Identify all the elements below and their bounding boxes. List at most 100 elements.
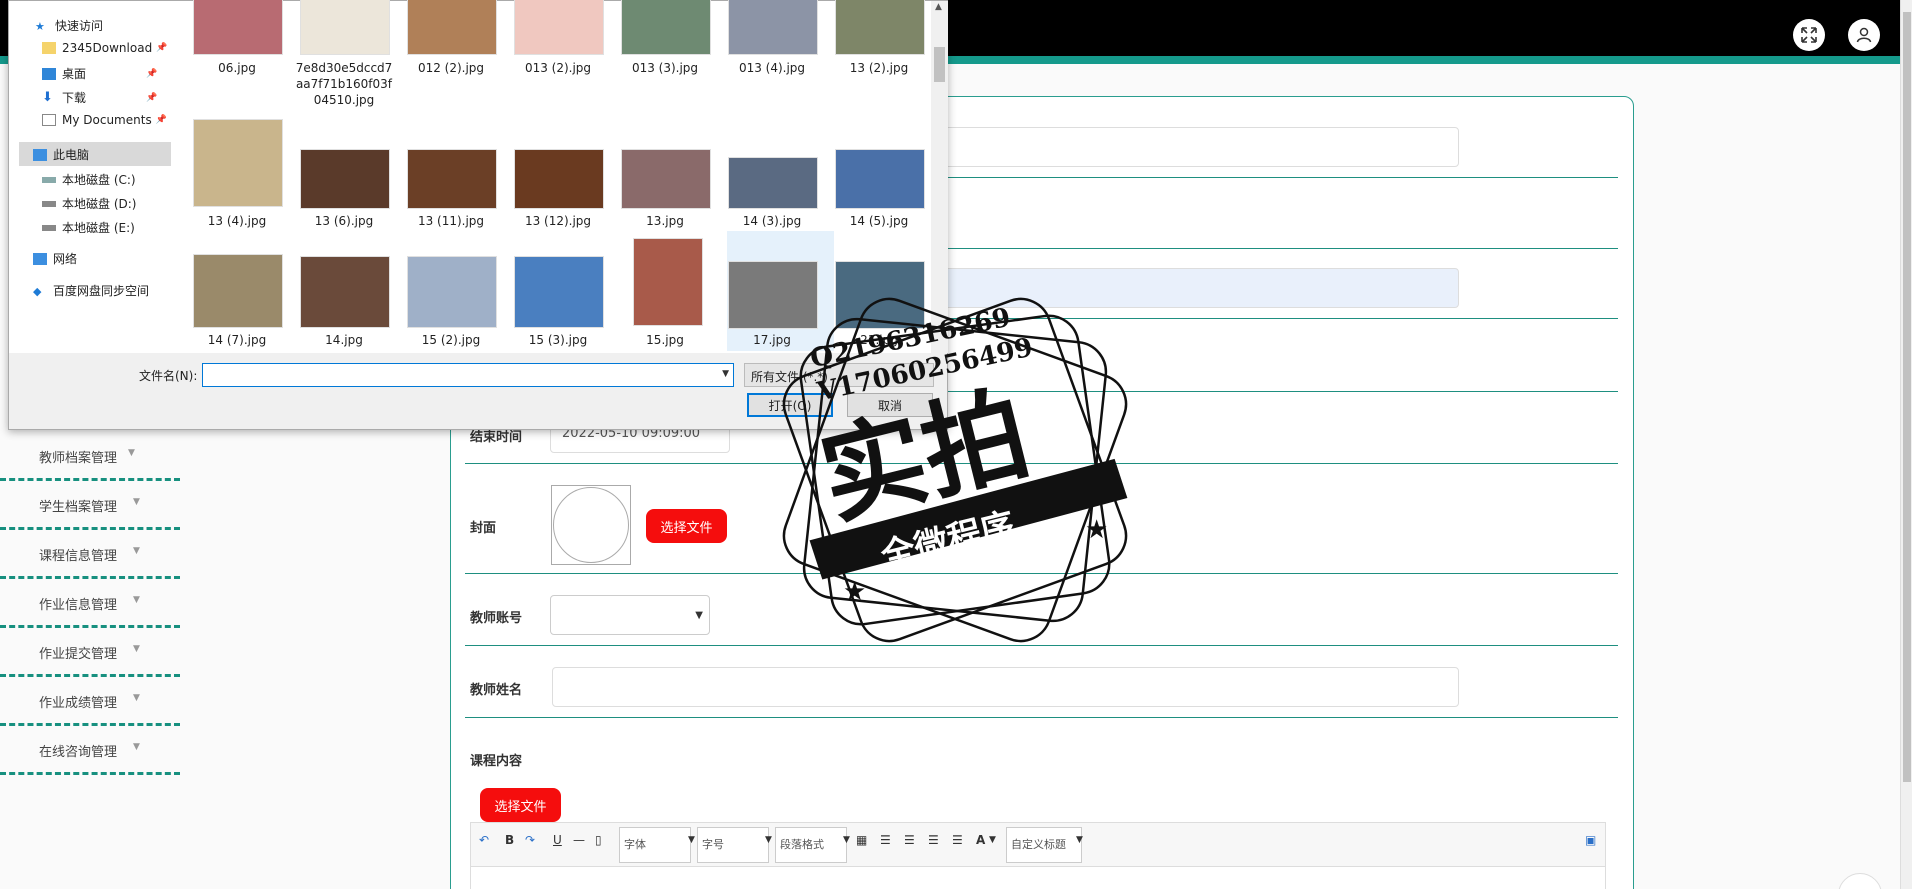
file-thumbnail <box>300 0 390 55</box>
file-name-label: 文件名(N): <box>139 369 198 383</box>
nav-network[interactable]: 网络 <box>33 250 77 267</box>
nav-disk-e[interactable]: 本地磁盘 (E:) <box>42 219 135 236</box>
pin-icon: 📌 <box>156 43 168 53</box>
teacher-account-select[interactable]: ▼ <box>550 595 710 635</box>
star-icon: ★ <box>843 577 866 607</box>
file-thumbnail <box>300 149 390 209</box>
caret-down-icon: ▼ <box>133 497 140 507</box>
pin-icon: 📌 <box>146 68 158 79</box>
nav-label: 下载 <box>62 91 87 105</box>
dialog-scrollbar-thumb[interactable] <box>934 47 945 82</box>
chevron-down-icon: ▼ <box>695 610 703 621</box>
nav-label: 本地磁盘 (C:) <box>62 173 136 187</box>
nav-quick-access[interactable]: ★ 快速访问 <box>35 17 103 34</box>
paragraph-format-select[interactable]: 段落格式 <box>775 827 847 863</box>
pin-icon: 📌 <box>146 92 158 103</box>
sidebar-item-label: 在线咨询管理 <box>39 745 118 760</box>
file-name: 013 (2).jpg <box>524 61 592 75</box>
expand-icon[interactable] <box>1793 19 1825 51</box>
file-name: 13 (2).jpg <box>849 61 909 75</box>
page-scrollbar-thumb[interactable] <box>1903 12 1911 782</box>
download-arrow-icon: ⬇ <box>42 89 53 105</box>
cover-label: 封面 <box>470 521 497 536</box>
file-thumbnail <box>193 0 283 55</box>
scroll-top-button[interactable] <box>1838 873 1882 889</box>
file-thumbnail <box>193 119 283 207</box>
chevron-down-icon: ▼ <box>989 835 996 845</box>
caret-down-icon: ▼ <box>133 742 140 752</box>
file-thumbnail <box>621 149 711 209</box>
sidebar-item-label: 作业成绩管理 <box>39 696 118 711</box>
caret-down-icon: ▼ <box>133 595 140 605</box>
table-icon[interactable]: ▦ <box>856 833 867 847</box>
sidebar-item-homework-submit[interactable]: 作业提交管理 ▼ <box>0 628 180 677</box>
dialog-nav-pane: ★ 快速访问 2345Download 📌 桌面 📌 ⬇ 下载 📌 My Doc… <box>9 1 185 353</box>
chevron-down-icon[interactable]: ▼ <box>722 369 729 379</box>
network-icon <box>33 252 47 265</box>
file-thumbnail <box>835 149 925 209</box>
align-justify-icon[interactable]: ☰ <box>952 833 963 847</box>
drive-icon <box>42 176 56 183</box>
file-name: 14 (5).jpg <box>849 214 909 228</box>
nav-label: 此电脑 <box>53 148 90 162</box>
file-thumbnail <box>514 149 604 209</box>
nav-2345download[interactable]: 2345Download 📌 <box>42 41 167 55</box>
underline-button[interactable]: U <box>553 833 562 847</box>
sidebar-item-label: 课程信息管理 <box>39 549 118 564</box>
nav-disk-d[interactable]: 本地磁盘 (D:) <box>42 195 136 212</box>
nav-baidu-sync[interactable]: ◆ 百度网盘同步空间 <box>33 282 149 299</box>
fullscreen-editor-icon[interactable]: ▣ <box>1585 833 1596 847</box>
scroll-up-icon[interactable]: ▲ <box>935 2 942 12</box>
nav-label: 本地磁盘 (E:) <box>62 221 135 235</box>
file-thumbnail <box>407 256 497 328</box>
font-size-select[interactable]: 字号 <box>697 827 769 863</box>
drive-icon <box>42 224 56 231</box>
align-left-icon[interactable]: ☰ <box>880 833 891 847</box>
file-name-input[interactable]: ▼ <box>202 363 734 387</box>
editor-content-area[interactable] <box>470 867 1606 889</box>
teacher-name-label: 教师姓名 <box>470 683 523 698</box>
sidebar-item-homework-info[interactable]: 作业信息管理 ▼ <box>0 579 180 628</box>
nav-my-documents[interactable]: My Documents 📌 <box>42 113 167 127</box>
file-thumbnail <box>514 256 604 328</box>
sidebar-item-homework-score[interactable]: 作业成绩管理 ▼ <box>0 677 180 726</box>
editor-toolbar: ↶ B ↷ U — ▯ 字体 ▼ 字号 ▼ 段落格式 ▼ ▦ ☰ ☰ ☰ ☰ A… <box>470 822 1606 867</box>
nav-desktop[interactable]: 桌面 📌 <box>42 65 157 82</box>
sidebar-item-teacher-archive[interactable]: 教师档案管理 ▼ <box>0 432 180 481</box>
file-thumbnail <box>728 0 818 55</box>
nav-label: 本地磁盘 (D:) <box>62 197 137 211</box>
redo-icon[interactable]: ↷ <box>525 833 535 847</box>
sidebar-item-online-consult[interactable]: 在线咨询管理 ▼ <box>0 726 180 775</box>
file-name: 012 (2).jpg <box>417 61 485 75</box>
document-icon <box>42 114 56 126</box>
sidebar-item-student-archive[interactable]: 学生档案管理 ▼ <box>0 481 180 530</box>
nav-label: 2345Download <box>62 41 153 55</box>
nav-downloads[interactable]: ⬇ 下载 📌 <box>42 89 157 106</box>
bold-button[interactable]: B <box>505 833 514 847</box>
course-choose-file-button[interactable]: 选择文件 <box>480 788 561 822</box>
align-center-icon[interactable]: ☰ <box>904 833 915 847</box>
undo-icon[interactable]: ↶ <box>479 833 489 847</box>
file-thumbnail <box>621 0 711 55</box>
file-name: 13 (11).jpg <box>417 214 485 228</box>
file-thumbnail <box>633 238 703 326</box>
font-select[interactable]: 字体 <box>619 827 691 863</box>
document-icon[interactable]: ▯ <box>595 833 602 847</box>
chevron-down-icon: ▼ <box>688 835 695 845</box>
chevron-down-icon: ▼ <box>765 835 772 845</box>
sidebar-item-label: 作业提交管理 <box>39 647 118 662</box>
file-name: 15 (3).jpg <box>528 333 588 347</box>
sidebar-item-label: 教师档案管理 <box>39 451 118 466</box>
align-right-icon[interactable]: ☰ <box>928 833 939 847</box>
nav-this-pc[interactable]: 此电脑 <box>33 146 89 163</box>
cover-choose-file-button[interactable]: 选择文件 <box>646 509 727 543</box>
sidebar-item-course-info[interactable]: 课程信息管理 ▼ <box>0 530 180 579</box>
font-color-button[interactable]: A <box>976 833 985 847</box>
custom-title-select[interactable]: 自定义标题 <box>1006 827 1082 863</box>
nav-label: 百度网盘同步空间 <box>53 284 150 298</box>
nav-disk-c[interactable]: 本地磁盘 (C:) <box>42 171 136 188</box>
page-scrollbar[interactable] <box>1900 0 1912 889</box>
horizontal-rule-icon[interactable]: — <box>573 833 585 847</box>
watermark-stamp: Q2196316269 V17060256499 实拍 全微程序 ★ ★ <box>782 297 1128 643</box>
user-icon[interactable] <box>1848 19 1880 51</box>
